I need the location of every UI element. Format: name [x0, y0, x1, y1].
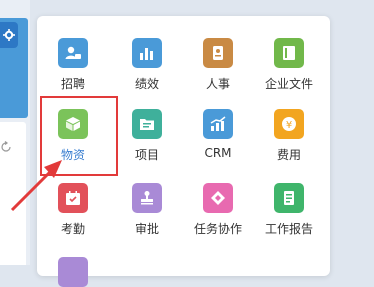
pointer-arrow-icon: [10, 160, 62, 212]
